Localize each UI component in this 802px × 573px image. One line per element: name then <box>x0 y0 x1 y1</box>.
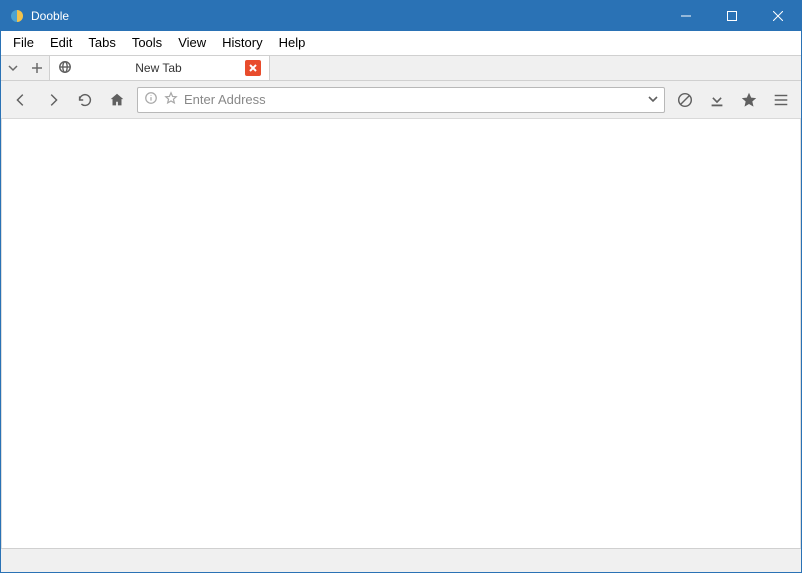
menu-tools[interactable]: Tools <box>124 31 170 55</box>
menu-tabs[interactable]: Tabs <box>80 31 123 55</box>
close-tab-button[interactable] <box>245 60 261 76</box>
window-title: Dooble <box>31 9 69 23</box>
favorites-button[interactable] <box>737 88 761 112</box>
tab-list-dropdown[interactable] <box>1 56 25 80</box>
globe-icon <box>58 60 72 77</box>
menu-edit[interactable]: Edit <box>42 31 80 55</box>
menu-view[interactable]: View <box>170 31 214 55</box>
tab-label: New Tab <box>78 61 239 75</box>
address-dropdown[interactable] <box>648 92 658 107</box>
titlebar[interactable]: Dooble <box>1 1 801 31</box>
site-info-icon[interactable] <box>144 91 158 108</box>
app-icon <box>9 8 25 24</box>
back-button[interactable] <box>9 88 33 112</box>
menu-file[interactable]: File <box>5 31 42 55</box>
tab-active[interactable]: New Tab <box>50 56 270 80</box>
close-window-button[interactable] <box>755 1 801 31</box>
menu-history[interactable]: History <box>214 31 270 55</box>
page-content <box>1 119 801 548</box>
forward-button[interactable] <box>41 88 65 112</box>
new-tab-button[interactable] <box>25 56 49 80</box>
bookmark-icon[interactable] <box>164 91 178 108</box>
address-bar[interactable] <box>137 87 665 113</box>
block-button[interactable] <box>673 88 697 112</box>
tabstrip: New Tab <box>1 55 801 81</box>
maximize-button[interactable] <box>709 1 755 31</box>
menu-help[interactable]: Help <box>271 31 314 55</box>
status-bar <box>1 548 801 572</box>
reload-button[interactable] <box>73 88 97 112</box>
home-button[interactable] <box>105 88 129 112</box>
menubar: File Edit Tabs Tools View History Help <box>1 31 801 55</box>
window: Dooble File Edit Tabs Tools View History… <box>0 0 802 573</box>
minimize-button[interactable] <box>663 1 709 31</box>
nav-toolbar <box>1 81 801 119</box>
downloads-button[interactable] <box>705 88 729 112</box>
address-input[interactable] <box>184 92 642 107</box>
menu-button[interactable] <box>769 88 793 112</box>
